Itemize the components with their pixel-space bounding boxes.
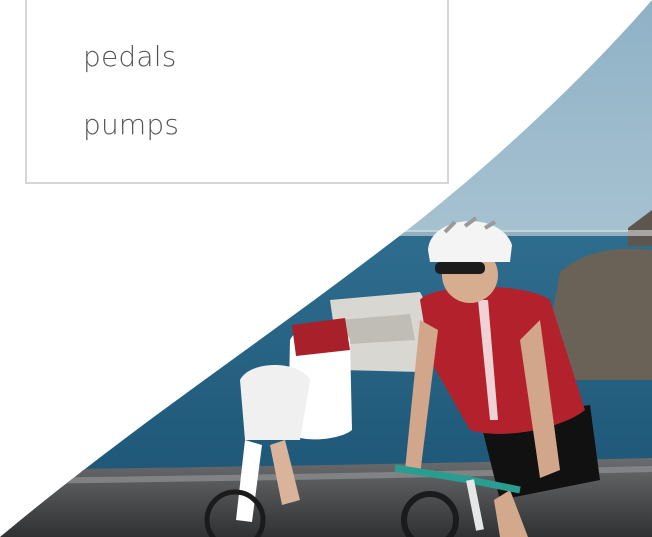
menu-item-pumps[interactable]: pumps (83, 108, 179, 141)
dropdown-menu: multitools pedals pumps (25, 0, 449, 184)
page: multitools pedals pumps (0, 0, 652, 537)
menu-item-pedals[interactable]: pedals (83, 40, 177, 73)
menu-item-multitools[interactable]: multitools (83, 0, 224, 1)
